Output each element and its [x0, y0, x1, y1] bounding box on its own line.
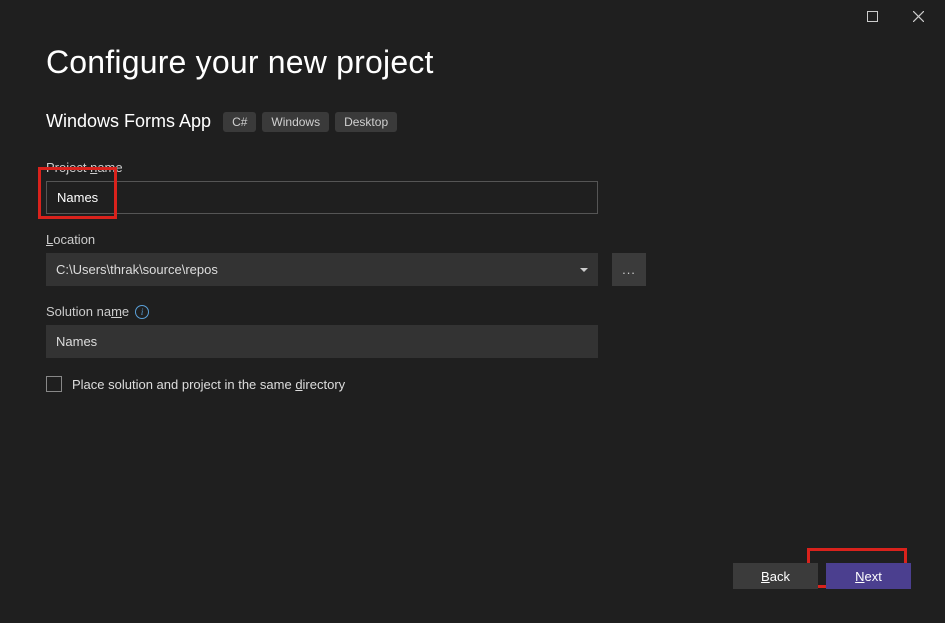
info-icon[interactable]: i — [135, 305, 149, 319]
maximize-icon — [867, 11, 878, 22]
main-content: Configure your new project Windows Forms… — [0, 32, 945, 392]
browse-button[interactable]: ... — [612, 253, 646, 286]
same-directory-row: Place solution and project in the same d… — [46, 376, 899, 392]
template-tags: C# Windows Desktop — [223, 112, 397, 132]
project-name-label: Project name — [46, 160, 899, 175]
location-combo[interactable]: C:\Users\thrak\source\repos — [46, 253, 598, 286]
template-row: Windows Forms App C# Windows Desktop — [46, 111, 899, 132]
tag-csharp: C# — [223, 112, 256, 132]
maximize-button[interactable] — [849, 1, 895, 31]
location-value: C:\Users\thrak\source\repos — [56, 262, 218, 277]
location-label: Location — [46, 232, 899, 247]
close-icon — [913, 11, 924, 22]
next-button[interactable]: Next — [826, 563, 911, 589]
back-button[interactable]: Back — [733, 563, 818, 589]
tag-windows: Windows — [262, 112, 329, 132]
location-group: Location C:\Users\thrak\source\repos ... — [46, 232, 899, 286]
project-name-group: Project name — [46, 160, 899, 214]
solution-name-group: Solution name i — [46, 304, 899, 358]
tag-desktop: Desktop — [335, 112, 397, 132]
footer-buttons: Back Next — [733, 563, 911, 589]
close-button[interactable] — [895, 1, 941, 31]
same-directory-label: Place solution and project in the same d… — [72, 377, 345, 392]
solution-name-input[interactable] — [46, 325, 598, 358]
page-title: Configure your new project — [46, 44, 899, 81]
same-directory-checkbox[interactable] — [46, 376, 62, 392]
template-name: Windows Forms App — [46, 111, 211, 132]
solution-name-label: Solution name i — [46, 304, 899, 319]
chevron-down-icon — [580, 268, 588, 272]
titlebar — [0, 0, 945, 32]
project-name-input[interactable] — [46, 181, 598, 214]
